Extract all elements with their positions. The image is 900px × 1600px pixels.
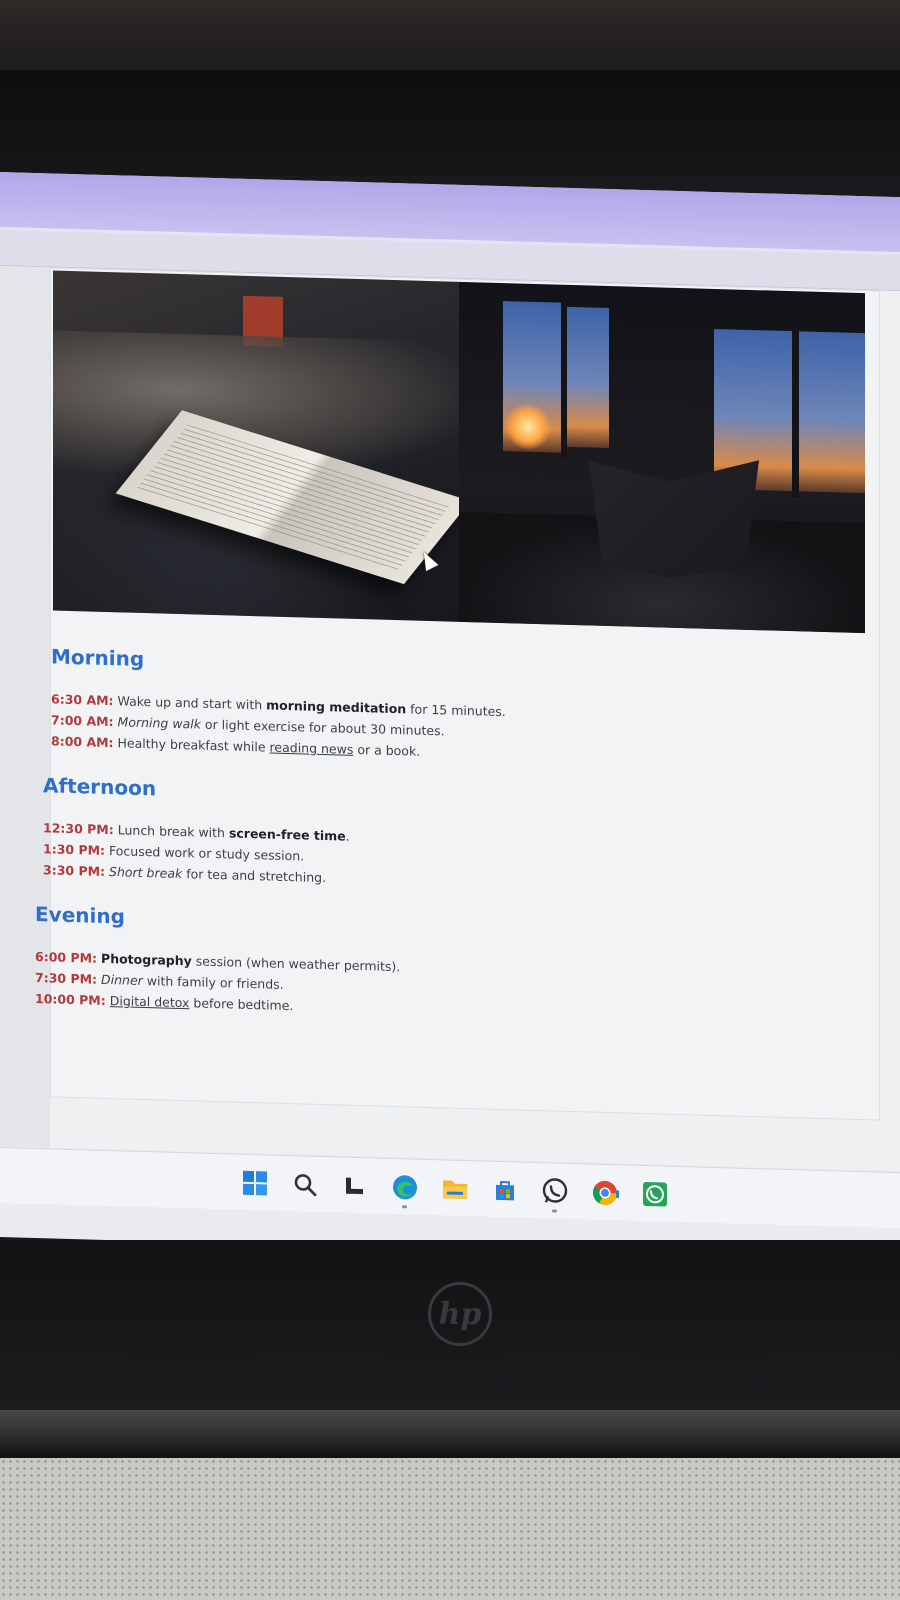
section-title: Evening — [35, 901, 125, 929]
entry-emphasis: morning meditation — [266, 697, 407, 717]
running-indicator — [616, 1189, 619, 1198]
window-pane — [567, 306, 609, 449]
running-indicator — [552, 1208, 557, 1213]
whatsapp-business-icon[interactable] — [640, 1178, 670, 1209]
running-indicator — [402, 1204, 407, 1208]
entry-text: . — [345, 828, 350, 844]
entry-emphasis: Morning walk — [117, 714, 201, 732]
entry-time: 10:00 PM: — [35, 990, 106, 1008]
whatsapp-icon[interactable] — [540, 1176, 570, 1213]
entry-time: 6:30 AM: — [51, 691, 114, 709]
entry-emphasis: Dinner — [101, 971, 143, 988]
entry-emphasis: Photography — [101, 950, 192, 969]
file-explorer-icon[interactable] — [440, 1173, 470, 1204]
entry-list: 6:00 PM: Photography session (when weath… — [35, 946, 863, 1032]
entry-time: 3:30 PM: — [43, 862, 106, 879]
entry-text: session (when weather permits). — [191, 953, 401, 975]
reading-in-bed-photo — [53, 270, 459, 622]
window-pane — [799, 331, 865, 494]
entry-time: 7:30 PM: — [35, 969, 98, 987]
entry-list: 6:30 AM: Wake up and start with morning … — [51, 688, 863, 774]
entry-text: Focused work or study session. — [105, 842, 305, 864]
start-icon[interactable] — [240, 1167, 270, 1198]
web-page[interactable]: Morning 6:30 AM: Wake up and start with … — [0, 266, 900, 1172]
entry-list: 12:30 PM: Lunch break with screen-free t… — [43, 817, 863, 903]
schedule-section: Afternoon 12:30 PM: Lunch break with scr… — [43, 773, 863, 903]
entry-text: for tea and stretching. — [182, 866, 327, 886]
entry-time: 12:30 PM: — [43, 820, 114, 838]
sunset-glow — [505, 403, 551, 451]
background-wall — [0, 0, 900, 70]
held-book-shape — [589, 455, 759, 580]
entry-emphasis: Short break — [109, 864, 183, 882]
entry-text: Wake up and start with — [113, 693, 267, 713]
entry-text: Lunch break with — [113, 822, 229, 841]
entry-time: 6:00 PM: — [35, 948, 98, 966]
page-left-gutter — [0, 266, 50, 1148]
entry-time: 1:30 PM: — [43, 841, 106, 858]
entry-emphasis[interactable]: Digital detox — [110, 993, 190, 1010]
edge-icon[interactable] — [390, 1171, 420, 1208]
entry-text: for 15 minutes. — [406, 701, 506, 720]
entry-text: before bedtime. — [189, 995, 294, 1014]
chrome-icon[interactable] — [590, 1177, 620, 1208]
hp-brand-logo: hp — [428, 1282, 492, 1346]
daily-schedule: Morning 6:30 AM: Wake up and start with … — [35, 644, 863, 1054]
laptop-hinge — [0, 1410, 900, 1458]
entry-text: Healthy breakfast while — [113, 735, 270, 755]
mouse-cursor-icon — [417, 548, 439, 572]
window-frame — [792, 327, 799, 498]
schedule-card: Morning 6:30 AM: Wake up and start with … — [35, 267, 880, 1121]
entry-text: with family or friends. — [142, 972, 284, 992]
entry-emphasis: screen-free time — [228, 825, 346, 844]
schedule-section: Morning 6:30 AM: Wake up and start with … — [51, 644, 863, 774]
entry-emphasis[interactable]: reading news — [270, 740, 354, 757]
task-view-icon[interactable] — [340, 1170, 370, 1201]
microsoft-store-icon[interactable] — [490, 1174, 520, 1205]
entry-time: 7:00 AM: — [51, 712, 114, 730]
search-icon[interactable] — [290, 1169, 320, 1200]
laptop-speaker-grille — [0, 1458, 900, 1600]
entry-text: or a book. — [353, 741, 421, 759]
window-frame — [561, 298, 567, 459]
laptop-top-bezel — [0, 70, 900, 175]
reading-by-window-photo — [459, 281, 865, 634]
section-title: Morning — [51, 644, 145, 672]
laptop-screen: Morning 6:30 AM: Wake up and start with … — [0, 172, 900, 1263]
section-title: Afternoon — [43, 773, 157, 801]
hero-image-pair — [53, 270, 865, 634]
entry-time: 8:00 AM: — [51, 733, 114, 751]
schedule-section: Evening 6:00 PM: Photography session (wh… — [35, 902, 863, 1032]
